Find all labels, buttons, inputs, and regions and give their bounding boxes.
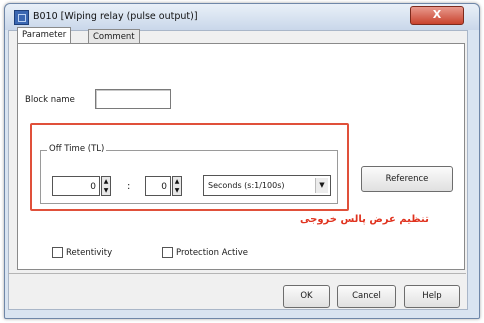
retentivity-label: Retentivity bbox=[66, 248, 113, 258]
time-unit-select[interactable]: Seconds (s:1/100s) ▼ bbox=[203, 175, 331, 196]
protection-active-checkbox[interactable] bbox=[162, 247, 173, 258]
cancel-button[interactable]: Cancel bbox=[337, 285, 396, 308]
off-time-second-field[interactable]: 0 bbox=[145, 176, 171, 196]
ok-button[interactable]: OK bbox=[283, 285, 330, 308]
reference-button[interactable]: Reference bbox=[361, 166, 453, 192]
help-button[interactable]: Help bbox=[404, 285, 460, 308]
close-button[interactable]: X bbox=[410, 6, 464, 25]
retentivity-checkbox[interactable] bbox=[52, 247, 63, 258]
time-separator: : bbox=[127, 181, 131, 192]
time-unit-value: Seconds (s:1/100s) bbox=[208, 181, 285, 190]
block-name-label: Block name bbox=[25, 95, 75, 105]
chevron-down-icon[interactable]: ▼ bbox=[315, 178, 328, 193]
off-time-first-field[interactable]: 0 bbox=[52, 176, 100, 196]
spin-down-icon[interactable]: ▼ bbox=[102, 186, 110, 195]
tab-parameter[interactable]: Parameter bbox=[17, 27, 72, 44]
app-icon bbox=[14, 10, 29, 25]
tab-comment[interactable]: Comment bbox=[88, 29, 140, 44]
window-title: B010 [Wiping relay (pulse output)] bbox=[33, 11, 198, 22]
off-time-first-spinner[interactable]: ▲ ▼ bbox=[101, 176, 111, 196]
footer-divider bbox=[8, 273, 466, 274]
annotation-text: تنظیم عرض پالس خروجی bbox=[300, 214, 429, 225]
spin-up-icon[interactable]: ▲ bbox=[102, 177, 110, 186]
block-name-input[interactable] bbox=[95, 89, 171, 109]
spin-down-icon[interactable]: ▼ bbox=[173, 186, 181, 195]
off-time-group-title: Off Time (TL) bbox=[47, 144, 107, 154]
off-time-second-spinner[interactable]: ▲ ▼ bbox=[172, 176, 182, 196]
title-bar[interactable]: B010 [Wiping relay (pulse output)] X bbox=[5, 4, 479, 30]
protection-active-label: Protection Active bbox=[176, 248, 248, 258]
spin-up-icon[interactable]: ▲ bbox=[173, 177, 181, 186]
